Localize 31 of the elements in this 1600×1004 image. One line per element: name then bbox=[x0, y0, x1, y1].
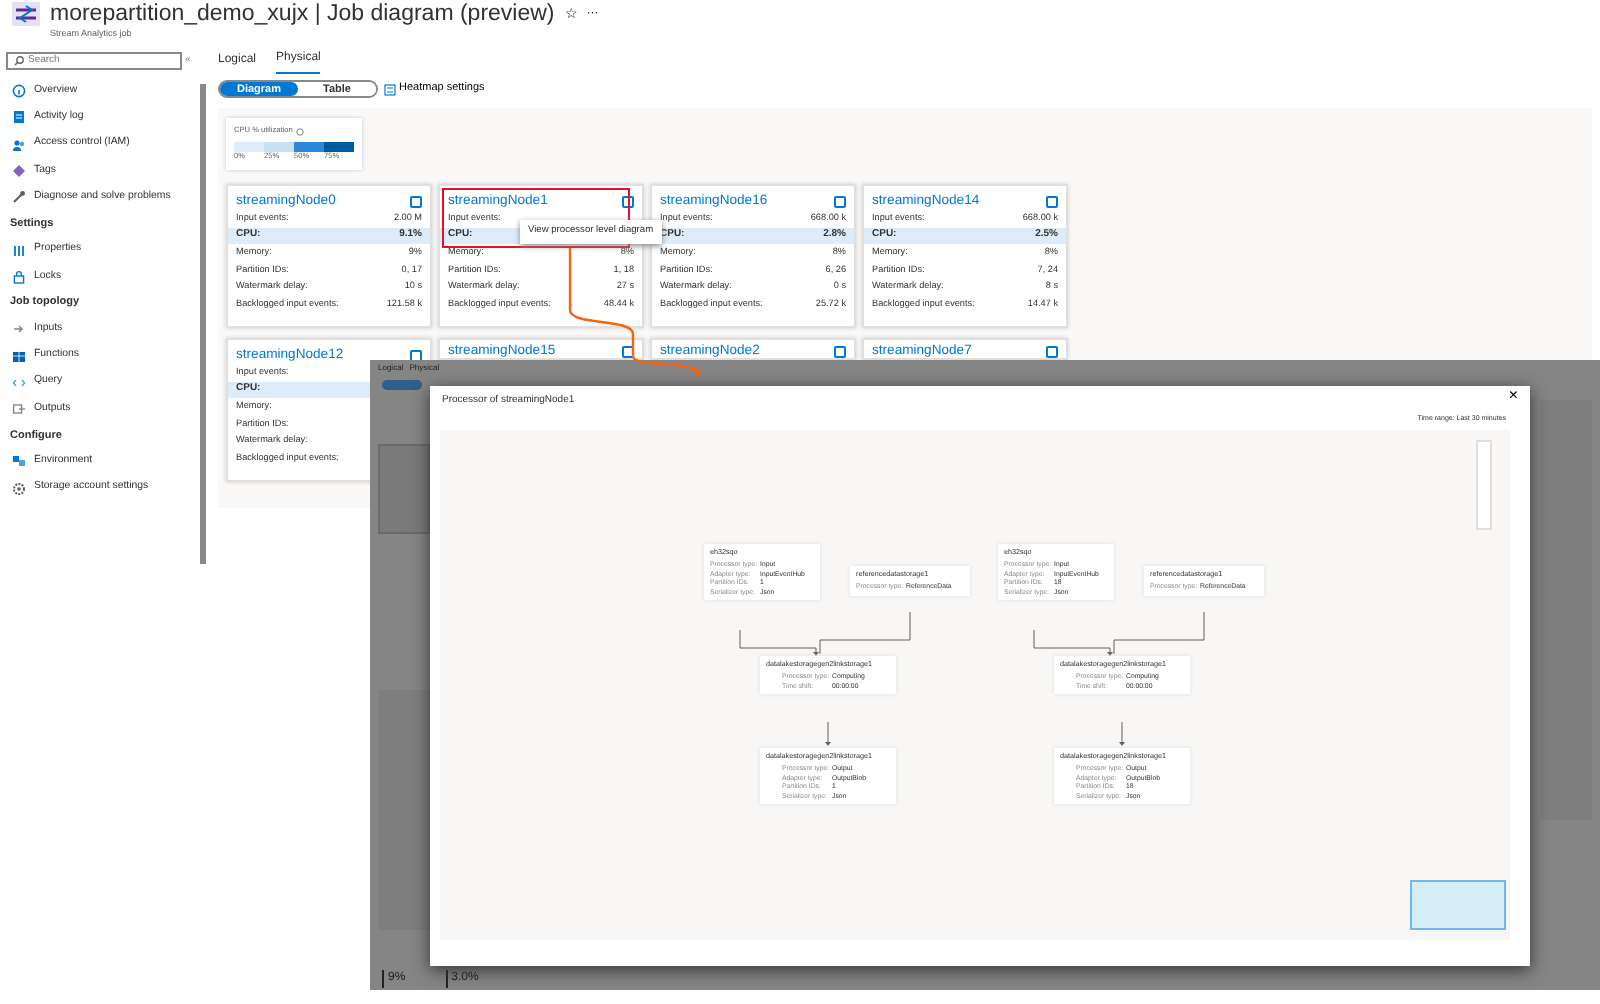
input-icon bbox=[12, 322, 26, 337]
checkbox[interactable] bbox=[834, 195, 846, 208]
code-icon bbox=[12, 375, 26, 390]
card-shape bbox=[378, 444, 430, 534]
close-button[interactable]: × bbox=[1508, 388, 1518, 404]
bars-icon bbox=[12, 243, 26, 258]
grid-icon bbox=[12, 349, 26, 364]
environment-icon bbox=[12, 454, 26, 469]
settings-icon bbox=[384, 83, 396, 95]
document-icon bbox=[12, 110, 26, 125]
output-icon bbox=[12, 402, 26, 417]
checkbox[interactable] bbox=[622, 345, 634, 358]
wrench-icon bbox=[12, 190, 26, 205]
info-icon bbox=[12, 84, 26, 99]
people-icon bbox=[12, 137, 26, 152]
job-logo-icon bbox=[12, 2, 40, 26]
checkbox[interactable] bbox=[1046, 195, 1058, 208]
tag-icon bbox=[12, 164, 26, 179]
edge-arrow bbox=[825, 721, 831, 746]
edge-arrow bbox=[1119, 721, 1125, 746]
checkbox[interactable] bbox=[1046, 345, 1058, 358]
checkbox[interactable] bbox=[410, 195, 422, 208]
scrollbar[interactable] bbox=[200, 84, 206, 564]
checkbox[interactable] bbox=[622, 195, 634, 208]
search-icon bbox=[14, 56, 24, 66]
toggle-shape bbox=[382, 380, 422, 390]
lock-icon bbox=[12, 269, 26, 284]
info-icon bbox=[295, 127, 304, 136]
gear-icon bbox=[12, 481, 26, 496]
page-title: morepartition_demo_xujx | Job diagram (preview) bbox=[50, 2, 555, 28]
checkbox[interactable] bbox=[834, 345, 846, 358]
